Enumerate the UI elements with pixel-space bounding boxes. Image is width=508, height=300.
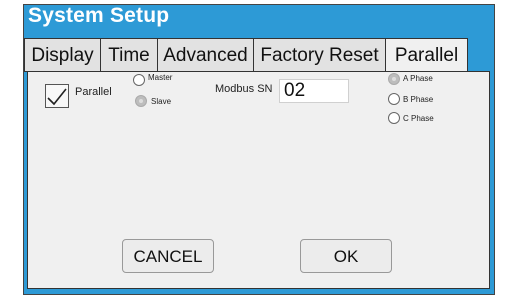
system-setup-window: System Setup Display Time Advanced Facto… <box>23 4 495 295</box>
modbus-sn-input[interactable] <box>279 79 349 103</box>
window-title: System Setup <box>28 4 170 27</box>
radio-c-phase-label: C Phase <box>403 114 434 123</box>
tab-display[interactable]: Display <box>24 38 101 72</box>
modbus-sn-label: Modbus SN <box>215 83 273 95</box>
radio-b-phase-label: B Phase <box>403 95 434 104</box>
radio-slave[interactable] <box>135 95 147 107</box>
ok-button[interactable]: OK <box>300 239 392 273</box>
radio-master[interactable] <box>133 74 145 86</box>
parallel-checkbox[interactable] <box>45 84 69 108</box>
radio-a-phase[interactable] <box>388 73 400 85</box>
radio-c-phase[interactable] <box>388 112 400 124</box>
tab-advanced[interactable]: Advanced <box>157 38 254 72</box>
cancel-button[interactable]: CANCEL <box>122 239 214 273</box>
radio-a-phase-label: A Phase <box>403 74 433 83</box>
tab-factory-reset[interactable]: Factory Reset <box>253 38 386 72</box>
checkmark-icon <box>47 88 67 106</box>
parallel-checkbox-label: Parallel <box>75 86 112 98</box>
radio-master-label: Master <box>148 73 173 82</box>
radio-b-phase[interactable] <box>388 93 400 105</box>
tab-time[interactable]: Time <box>100 38 158 72</box>
radio-slave-label: Slave <box>151 97 172 106</box>
parallel-settings-panel: Parallel Master Slave Modbus SN A Phase … <box>27 71 490 289</box>
tab-parallel[interactable]: Parallel <box>385 38 468 74</box>
